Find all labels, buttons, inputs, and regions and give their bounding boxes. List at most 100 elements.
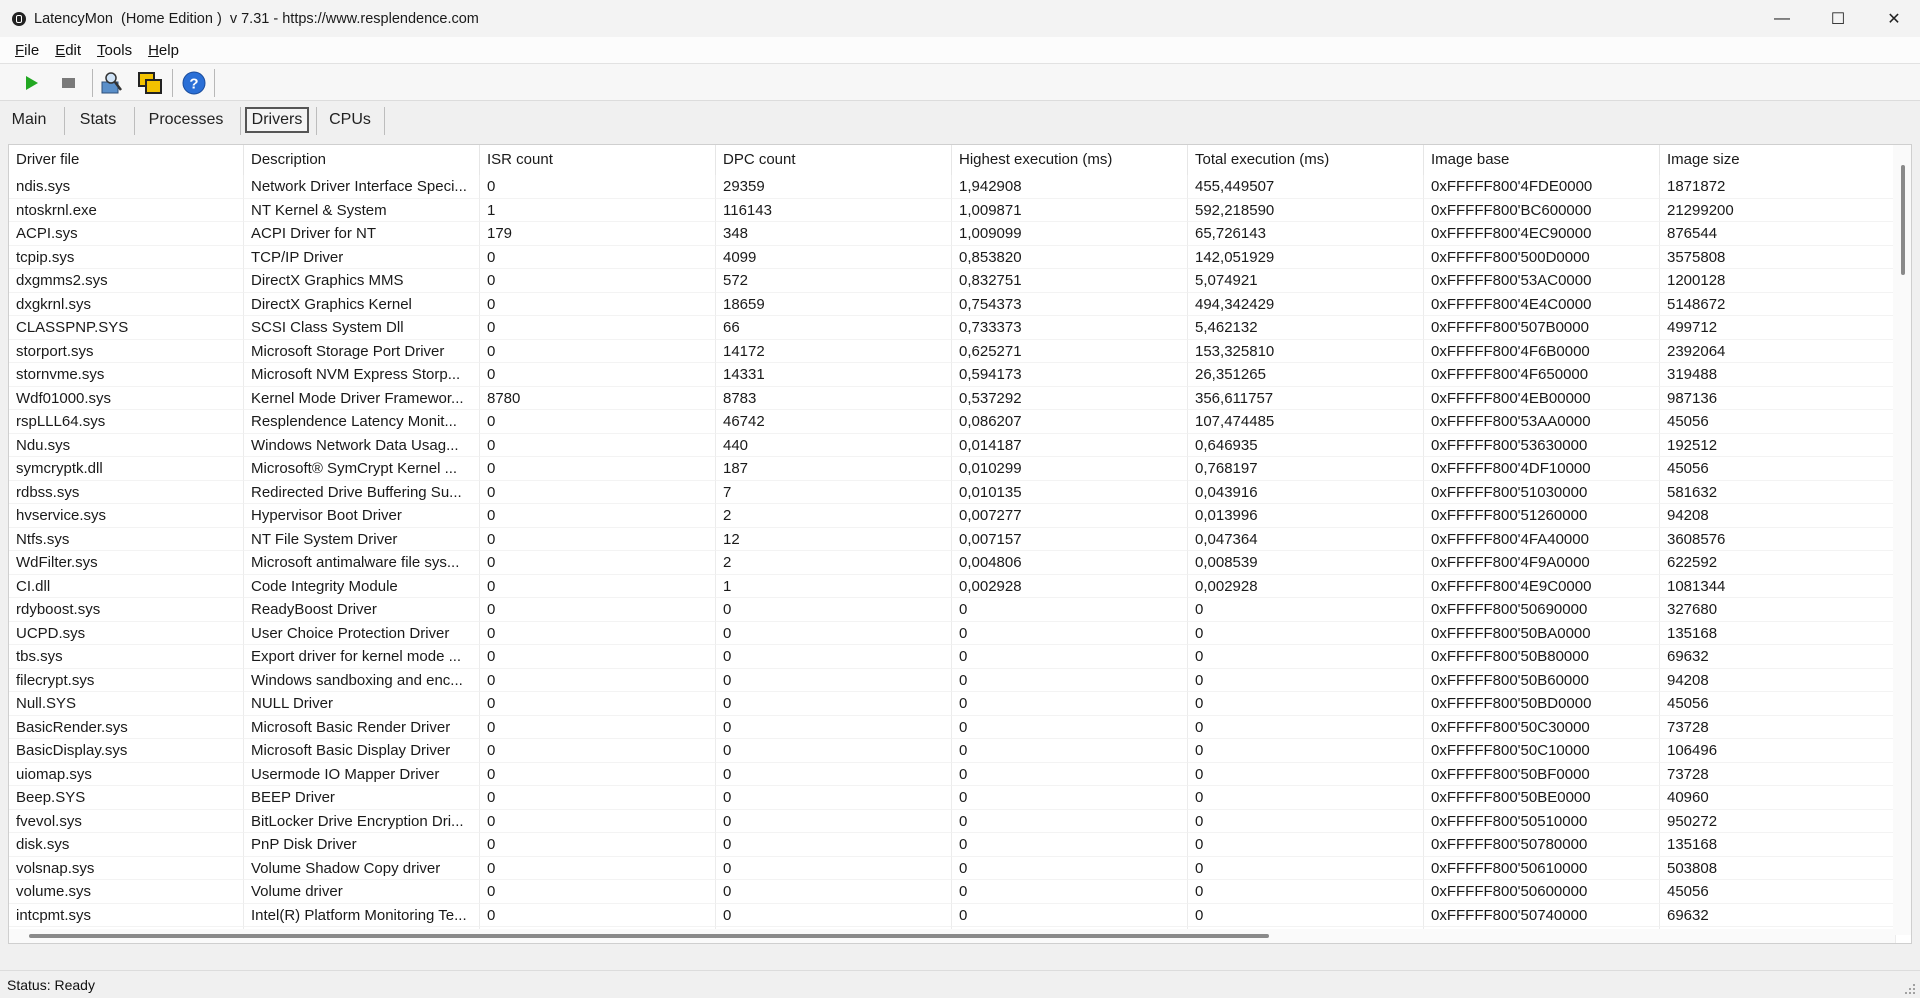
col-driver-file-cell: CLASSPNP.SYS (9, 316, 244, 340)
horizontal-scroll-thumb[interactable] (29, 934, 1269, 938)
col-dpc-count-cell: 0 (716, 903, 952, 927)
col-description-cell: Microsoft antimalware file sys... (244, 551, 480, 575)
table-row[interactable]: stornvme.sys Microsoft NVM Express Storp.… (9, 363, 1896, 387)
col-total-execution-cell: 5,074921 (1188, 269, 1424, 293)
col-driver-file-cell: hvservice.sys (9, 504, 244, 528)
col-image-size-cell: 876544 (1660, 222, 1896, 246)
tab-processes[interactable]: Processes (142, 107, 230, 133)
table-row[interactable]: volsnap.sys Volume Shadow Copy driver 0 0 0 0… (9, 856, 1896, 880)
col-driver-file-cell: rdyboost.sys (9, 598, 244, 622)
col-driver-file-cell: volsnap.sys (9, 856, 244, 880)
table-row[interactable]: dxgmms2.sys DirectX Graphics MMS 0 572 0,832… (9, 269, 1896, 293)
col-image-base-cell: 0xFFFFF800'50600000 (1424, 880, 1660, 904)
table-row[interactable]: storport.sys Microsoft Storage Port Drive… (9, 339, 1896, 363)
maximize-button[interactable]: ☐ (1810, 0, 1866, 37)
col-image-size-cell: 3608576 (1660, 527, 1896, 551)
col-isr-count-header[interactable]: ISR count (480, 145, 716, 175)
tab-stats[interactable]: Stats (72, 107, 124, 133)
col-driver-file-cell: stornvme.sys (9, 363, 244, 387)
table-row[interactable]: tcpip.sys TCP/IP Driver 0 4099 0,853820 142,0… (9, 245, 1896, 269)
col-dpc-count-cell: 572 (716, 269, 952, 293)
col-highest-execution-cell: 0,754373 (952, 292, 1188, 316)
table-row[interactable]: Null.SYS NULL Driver 0 0 0 0 0xFFFFF800'50BD00… (9, 692, 1896, 716)
table-row[interactable]: intcpmt.sys Intel(R) Platform Monitoring … (9, 903, 1896, 927)
col-image-size-cell: 40960 (1660, 786, 1896, 810)
table-row[interactable]: uiomap.sys Usermode IO Mapper Driver 0 0 0 0 0… (9, 762, 1896, 786)
col-highest-execution-cell: 0,832751 (952, 269, 1188, 293)
table-row[interactable]: Beep.SYS BEEP Driver 0 0 0 0 0xFFFFF800'50BE00… (9, 786, 1896, 810)
table-row[interactable]: BasicDisplay.sys Microsoft Basic Display … (9, 739, 1896, 763)
col-driver-file-header[interactable]: Driver file (9, 145, 244, 175)
windows-button[interactable] (136, 69, 164, 97)
col-driver-file-cell: ntoskrnl.exe (9, 198, 244, 222)
table-row[interactable]: Wdf01000.sys Kernel Mode Driver Framewor.… (9, 386, 1896, 410)
table-row[interactable]: hvservice.sys Hypervisor Boot Driver 0 2 0,0… (9, 504, 1896, 528)
col-image-size-cell: 69632 (1660, 903, 1896, 927)
col-image-size-header[interactable]: Image size (1660, 145, 1896, 175)
table-row[interactable]: CI.dll Code Integrity Module 0 1 0,002928 0,0… (9, 574, 1896, 598)
col-isr-count-cell: 0 (480, 175, 716, 199)
vertical-scrollbar[interactable] (1893, 145, 1911, 935)
table-row[interactable]: ndis.sys Network Driver Interface Speci..… (9, 175, 1896, 199)
table-row[interactable]: dxgkrnl.sys DirectX Graphics Kernel 0 18659… (9, 292, 1896, 316)
col-isr-count-cell: 0 (480, 692, 716, 716)
table-row[interactable]: Ntfs.sys NT File System Driver 0 12 0,007157… (9, 527, 1896, 551)
table-row[interactable]: CLASSPNP.SYS SCSI Class System Dll 0 66 0,73… (9, 316, 1896, 340)
table-row[interactable]: Ndu.sys Windows Network Data Usag... 0 440 0… (9, 433, 1896, 457)
col-isr-count-cell: 0 (480, 903, 716, 927)
col-dpc-count-cell: 29359 (716, 175, 952, 199)
table-row[interactable]: rdbss.sys Redirected Drive Buffering Su..… (9, 480, 1896, 504)
analyze-button[interactable] (98, 69, 126, 97)
table-row[interactable]: volume.sys Volume driver 0 0 0 0 0xFFFFF800'50… (9, 880, 1896, 904)
table-row[interactable]: BasicRender.sys Microsoft Basic Render Dr… (9, 715, 1896, 739)
table-row[interactable]: disk.sys PnP Disk Driver 0 0 0 0 0xFFFFF800'50… (9, 833, 1896, 857)
col-dpc-count-cell: 0 (716, 833, 952, 857)
col-driver-file-cell: Null.SYS (9, 692, 244, 716)
help-button[interactable]: ? (180, 69, 208, 97)
col-description-header[interactable]: Description (244, 145, 480, 175)
col-dpc-count-cell: 348 (716, 222, 952, 246)
menu-help[interactable]: Help (141, 42, 186, 59)
minimize-button[interactable]: — (1754, 0, 1810, 37)
col-total-execution-cell: 356,611757 (1188, 386, 1424, 410)
col-image-size-cell: 45056 (1660, 457, 1896, 481)
col-total-execution-cell: 0 (1188, 833, 1424, 857)
table-row[interactable]: ACPI.sys ACPI Driver for NT 179 348 1,009099… (9, 222, 1896, 246)
col-driver-file-cell: Ntfs.sys (9, 527, 244, 551)
col-total-execution-cell: 494,342429 (1188, 292, 1424, 316)
tab-drivers[interactable]: Drivers (245, 107, 309, 133)
table-row[interactable]: ntoskrnl.exe NT Kernel & System 1 116143 1,0… (9, 198, 1896, 222)
col-image-size-cell: 3575808 (1660, 245, 1896, 269)
col-highest-execution-header[interactable]: Highest execution (ms) (952, 145, 1188, 175)
table-row[interactable]: fvevol.sys BitLocker Drive Encryption Dri… (9, 809, 1896, 833)
col-image-base-header[interactable]: Image base (1424, 145, 1660, 175)
vertical-scroll-thumb[interactable] (1901, 165, 1905, 275)
col-driver-file-cell: CI.dll (9, 574, 244, 598)
start-button[interactable] (17, 69, 45, 97)
table-row[interactable]: rspLLL64.sys Resplendence Latency Monit..… (9, 410, 1896, 434)
stop-button[interactable] (54, 69, 82, 97)
table-row[interactable]: UCPD.sys User Choice Protection Driver 0 0 0… (9, 621, 1896, 645)
menu-tools[interactable]: Tools (90, 42, 139, 59)
tab-cpus[interactable]: CPUs (322, 107, 378, 133)
menu-edit[interactable]: Edit (48, 42, 88, 59)
table-row[interactable]: rdyboost.sys ReadyBoost Driver 0 0 0 0 0xFFFFF… (9, 598, 1896, 622)
col-description-cell: NT Kernel & System (244, 198, 480, 222)
col-total-execution-cell: 26,351265 (1188, 363, 1424, 387)
col-description-cell: BEEP Driver (244, 786, 480, 810)
menu-file[interactable]: File (8, 42, 46, 59)
col-total-execution-header[interactable]: Total execution (ms) (1188, 145, 1424, 175)
horizontal-scrollbar[interactable] (9, 929, 1895, 943)
table-row[interactable]: WdFilter.sys Microsoft antimalware file s… (9, 551, 1896, 575)
resize-grip-icon[interactable] (1904, 983, 1916, 995)
table-row[interactable]: tbs.sys Export driver for kernel mode ...… (9, 645, 1896, 669)
table-row[interactable]: filecrypt.sys Windows sandboxing and enc.… (9, 668, 1896, 692)
close-button[interactable]: ✕ (1866, 0, 1920, 37)
col-dpc-count-header[interactable]: DPC count (716, 145, 952, 175)
col-description-cell: SCSI Class System Dll (244, 316, 480, 340)
col-total-execution-cell: 65,726143 (1188, 222, 1424, 246)
table-row[interactable]: symcryptk.dll Microsoft® SymCrypt Kernel … (9, 457, 1896, 481)
col-driver-file-cell: symcryptk.dll (9, 457, 244, 481)
tab-main[interactable]: Main (6, 107, 52, 133)
col-image-size-cell: 45056 (1660, 880, 1896, 904)
